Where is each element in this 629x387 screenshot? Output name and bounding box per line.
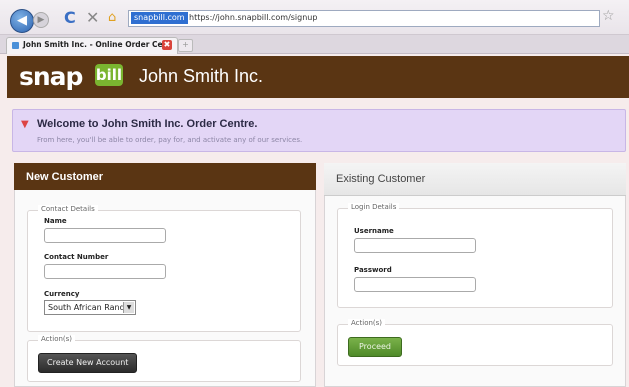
existing-customer-title: Existing Customer: [336, 173, 426, 185]
logo-text: snap: [19, 62, 83, 91]
favorite-star-icon[interactable]: ☆: [602, 8, 615, 24]
refresh-icon[interactable]: C: [64, 9, 76, 27]
currency-select[interactable]: South African Rand ▼: [44, 300, 136, 315]
actions-legend: Action(s): [348, 319, 386, 327]
address-bar[interactable]: snapbill.com https://john.snapbill.com/s…: [128, 10, 600, 27]
currency-selected-value: South African Rand: [48, 303, 125, 312]
browser-toolbar: ◀ ▶ C ✕ ⌂ snapbill.com https://john.snap…: [0, 0, 629, 35]
site-header: snap bill John Smith Inc.: [7, 56, 629, 98]
chevron-down-icon[interactable]: ▼: [123, 302, 134, 313]
back-icon[interactable]: ◀: [10, 9, 34, 33]
address-url: https://john.snapbill.com/signup: [189, 13, 318, 22]
new-customer-header: New Customer: [14, 163, 316, 190]
new-customer-title: New Customer: [26, 171, 104, 183]
contact-number-label: Contact Number: [44, 253, 109, 261]
login-details-fieldset: Login Details Username Password: [337, 203, 613, 308]
welcome-subtitle: From here, you'll be able to order, pay …: [37, 136, 303, 144]
welcome-title: Welcome to John Smith Inc. Order Centre.: [37, 118, 258, 130]
company-name: John Smith Inc.: [139, 66, 264, 86]
new-customer-panel: New Customer Contact Details Name Contac…: [14, 163, 316, 387]
create-new-account-button[interactable]: Create New Account: [38, 353, 138, 373]
logo-box-text: bill: [95, 64, 123, 86]
password-input[interactable]: [354, 277, 476, 292]
site-identity-badge[interactable]: snapbill.com: [131, 12, 188, 24]
home-icon[interactable]: ⌂: [108, 9, 116, 27]
contact-number-input[interactable]: [44, 264, 166, 279]
existing-customer-header: Existing Customer: [324, 163, 626, 196]
new-tab-button[interactable]: +: [178, 39, 193, 52]
forward-icon[interactable]: ▶: [33, 12, 49, 28]
existing-customer-actions-fieldset: Action(s) Proceed: [337, 319, 613, 366]
site-favicon: [12, 42, 19, 49]
proceed-button[interactable]: Proceed: [348, 337, 403, 357]
tab-bar: John Smith Inc. - Online Order Ce... ✖ +: [0, 35, 629, 54]
currency-label: Currency: [44, 290, 80, 298]
contact-details-legend: Contact Details: [38, 205, 98, 213]
welcome-bullet-icon: ▼: [21, 119, 29, 130]
username-label: Username: [354, 227, 394, 235]
browser-tab[interactable]: John Smith Inc. - Online Order Ce... ✖: [6, 37, 178, 54]
new-customer-actions-fieldset: Action(s) Create New Account: [27, 335, 301, 382]
login-details-legend: Login Details: [348, 203, 400, 211]
name-label: Name: [44, 217, 67, 225]
password-label: Password: [354, 266, 392, 274]
close-icon[interactable]: ✖: [162, 40, 172, 50]
name-input[interactable]: [44, 228, 166, 243]
actions-legend: Action(s): [38, 335, 76, 343]
existing-customer-panel: Existing Customer Login Details Username…: [324, 163, 626, 387]
welcome-banner: ▼ Welcome to John Smith Inc. Order Centr…: [12, 109, 626, 152]
stop-icon[interactable]: ✕: [86, 9, 99, 27]
username-input[interactable]: [354, 238, 476, 253]
contact-details-fieldset: Contact Details Name Contact Number Curr…: [27, 205, 301, 332]
tab-title: John Smith Inc. - Online Order Ce...: [23, 40, 172, 49]
